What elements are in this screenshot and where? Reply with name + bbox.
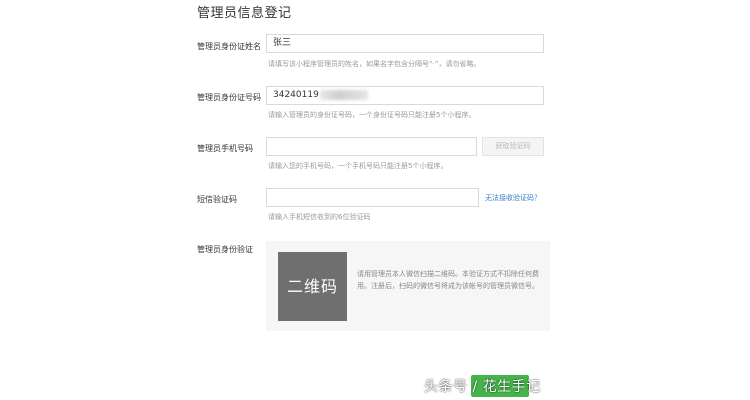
identity-verify-label: 管理员身份验证 [197,245,253,254]
identity-verify-panel: 二维码 请用管理员本人微信扫描二维码。本验证方式不扣除任何费用。注册后，扫码的微… [266,241,550,331]
watermark-text: 头条号 / 花生手记 [424,379,541,395]
phone-hint: 请输入您的手机号码，一个手机号码只能注册5个小程序。 [268,162,448,170]
sms-code-hint: 请输入手机短信收到的6位验证码 [268,213,371,221]
name-input[interactable]: 张三 [266,34,544,53]
name-hint: 请填写该小程序管理员的姓名，如果名字包含分隔号“·”，请勿省略。 [268,60,481,68]
name-label: 管理员身份证姓名 [197,42,261,51]
sms-code-label: 短信验证码 [197,195,237,204]
qr-code-label: 二维码 [286,277,338,296]
name-input-value: 张三 [273,38,292,48]
cannot-receive-code-link[interactable]: 无法接收验证码？ [485,193,541,203]
admin-registration-page: 管理员信息登记 管理员身份证姓名 张三 请填写该小程序管理员的姓名，如果名字包含… [0,0,750,400]
phone-label: 管理员手机号码 [197,144,253,153]
id-number-label: 管理员身份证号码 [197,93,261,102]
qr-code-placeholder: 二维码 [278,252,347,321]
identity-verify-description: 请用管理员本人微信扫描二维码。本验证方式不扣除任何费用。注册后，扫码的微信号将成… [357,270,539,290]
id-number-hint: 请输入管理员的身份证号码，一个身份证号码只能注册5个小程序。 [268,111,476,119]
id-number-value: 34240119 [273,90,319,100]
id-number-input[interactable]: 34240119 [266,86,544,105]
phone-input[interactable] [266,137,477,156]
section-title: 管理员信息登记 [197,6,292,21]
sms-code-input[interactable] [266,188,479,207]
get-code-button[interactable]: 获取验证码 [482,137,544,156]
redaction-blur [319,89,368,100]
